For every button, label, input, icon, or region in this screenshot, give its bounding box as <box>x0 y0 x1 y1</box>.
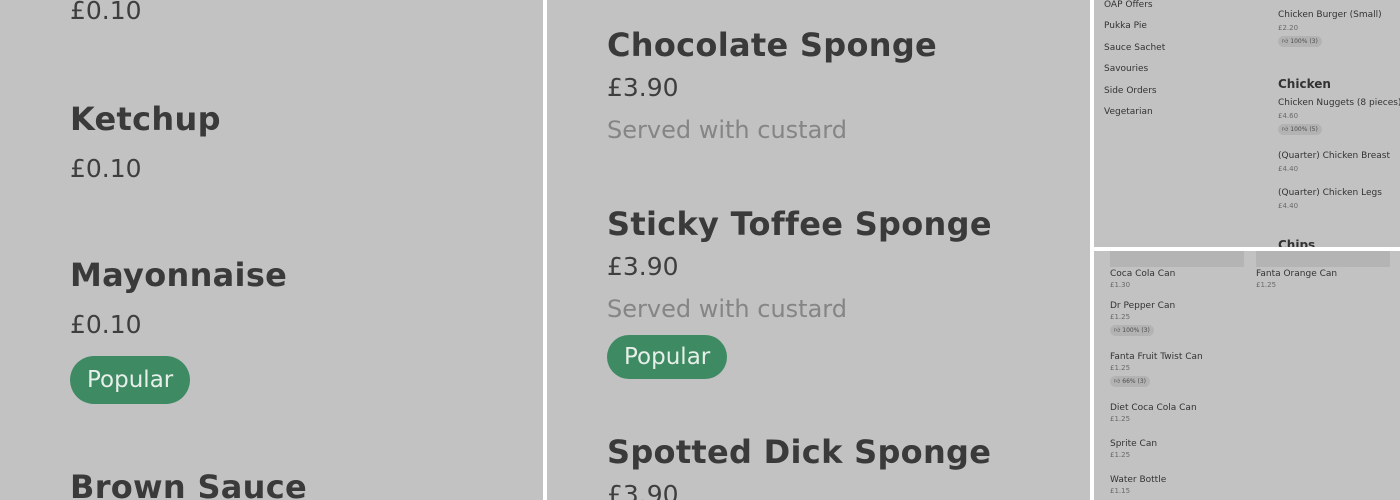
category-link[interactable]: Sauce Sachet <box>1104 43 1165 53</box>
category-link[interactable]: Vegetarian <box>1104 107 1153 117</box>
popular-badge: Popular <box>607 335 728 379</box>
section-heading: Chips <box>1278 238 1316 247</box>
popular-badge: Popular <box>70 356 191 404</box>
item-price: £0.10 <box>70 0 142 25</box>
rating-value: 66% (3) <box>1122 378 1147 385</box>
item-price: £1.15 <box>1110 487 1131 495</box>
category-link[interactable]: Savouries <box>1104 64 1148 74</box>
drinks-menu-panel: Coca Cola Can £1.30 Fanta Orange Can £1.… <box>1094 251 1400 500</box>
rating-badge: 👍︎ 100% (3) <box>1110 325 1154 336</box>
item-name: Fanta Fruit Twist Can <box>1110 352 1203 362</box>
item-price: £4.40 <box>1278 165 1299 173</box>
item-name: Chocolate Sponge <box>607 26 938 64</box>
item-description: Served with custard <box>607 295 847 323</box>
item-price: £1.25 <box>1110 364 1131 372</box>
rating-value: 100% (3) <box>1122 327 1150 334</box>
item-name: Sprite Can <box>1110 439 1158 449</box>
rating-value: 100% (3) <box>1290 38 1318 45</box>
item-image[interactable] <box>1110 251 1244 267</box>
item-price: £1.25 <box>1110 313 1131 321</box>
item-name: Brown Sauce <box>70 468 308 500</box>
item-name: Coca Cola Can <box>1110 269 1176 279</box>
item-name: Chicken Burger (Small) <box>1278 10 1382 20</box>
item-name: Diet Coca Cola Can <box>1110 403 1197 413</box>
sauces-menu-panel: £0.10 Ketchup £0.10 Mayonnaise £0.10 Pop… <box>0 0 543 500</box>
item-price: £3.90 <box>607 480 679 500</box>
thumbs-up-icon: 👍︎ <box>1114 327 1121 334</box>
item-price: £1.25 <box>1110 415 1131 423</box>
item-name: Dr Pepper Can <box>1110 301 1176 311</box>
item-name: Water Bottle <box>1110 475 1167 485</box>
item-image[interactable] <box>1256 251 1390 267</box>
item-description: Served with custard <box>607 116 847 144</box>
item-name: Sticky Toffee Sponge <box>607 205 992 243</box>
category-link[interactable]: Side Orders <box>1104 86 1157 96</box>
category-link[interactable]: OAP Offers <box>1104 0 1153 10</box>
thumbs-up-icon: 👍︎ <box>1282 126 1289 133</box>
item-price: £0.10 <box>70 310 142 339</box>
item-name: (Quarter) Chicken Legs <box>1278 188 1382 198</box>
rating-badge: 👍︎ 100% (5) <box>1278 124 1322 135</box>
item-price: £4.60 <box>1278 112 1299 120</box>
thumbs-up-icon: 👍︎ <box>1114 378 1121 385</box>
item-name: Ketchup <box>70 100 221 138</box>
item-name: Fanta Orange Can <box>1256 269 1338 279</box>
item-price: £3.90 <box>607 73 679 102</box>
category-link[interactable]: Pukka Pie <box>1104 21 1147 31</box>
desserts-menu-panel: Chocolate Sponge £3.90 Served with custa… <box>547 0 1090 500</box>
item-name: Chicken Nuggets (8 pieces) <box>1278 98 1400 108</box>
item-name: Spotted Dick Sponge <box>607 433 992 471</box>
section-heading: Chicken <box>1278 77 1331 91</box>
rating-value: 100% (5) <box>1290 126 1318 133</box>
item-price: £1.30 <box>1110 281 1131 289</box>
item-price: £2.20 <box>1278 24 1299 32</box>
item-price: £1.25 <box>1110 451 1131 459</box>
item-price: £0.10 <box>70 154 142 183</box>
thumbs-up-icon: 👍︎ <box>1282 38 1289 45</box>
item-price: £1.25 <box>1256 281 1277 289</box>
item-name: (Quarter) Chicken Breast <box>1278 151 1391 161</box>
rating-badge: 👍︎ 100% (3) <box>1278 36 1322 47</box>
rating-badge: 👍︎ 66% (3) <box>1110 376 1151 387</box>
menu-categories-panel: OAP Offers Pukka Pie Sauce Sachet Savour… <box>1094 0 1400 247</box>
item-price: £4.40 <box>1278 202 1299 210</box>
item-name: Mayonnaise <box>70 256 288 294</box>
item-price: £3.90 <box>607 252 679 281</box>
